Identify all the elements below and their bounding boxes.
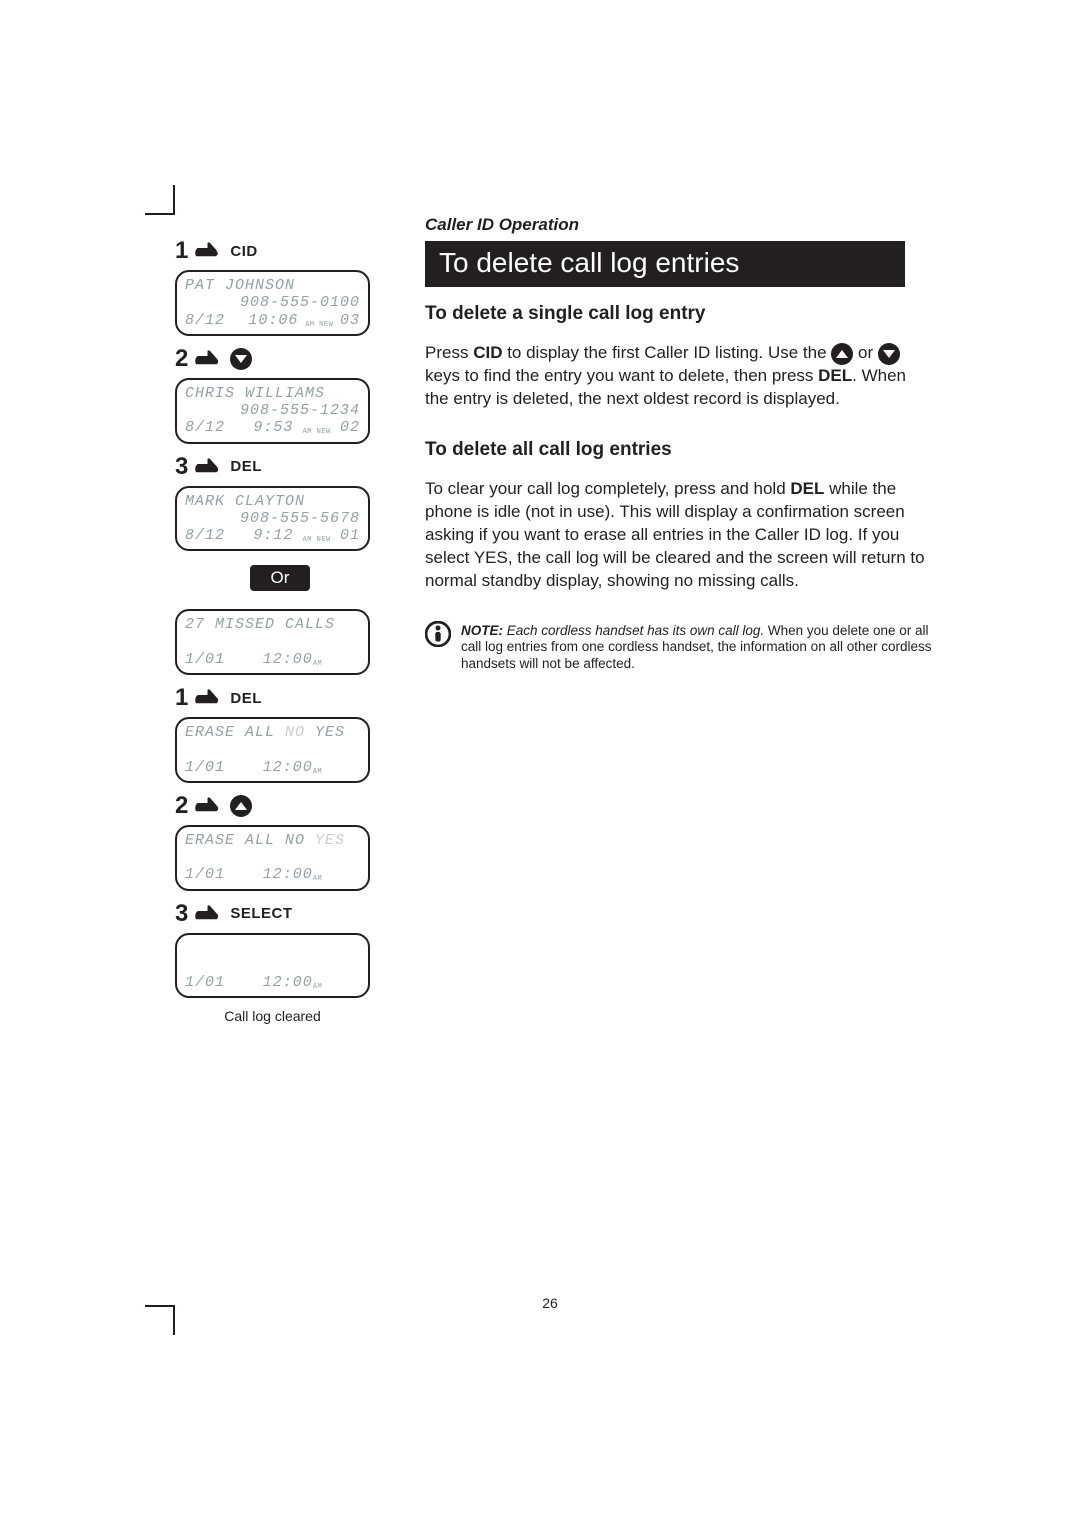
hand-icon — [194, 348, 224, 370]
hand-icon — [194, 687, 224, 709]
lcd-screen: PAT JOHNSON 908-555-0100 8/12 10:06AM NE… — [175, 270, 370, 336]
note-block: NOTE: Each cordless handset has its own … — [425, 623, 945, 674]
lcd-screen: CHRIS WILLIAMS 908-555-1234 8/12 9:53AM … — [175, 378, 370, 444]
paragraph-single: Press CID to display the first Caller ID… — [425, 342, 925, 411]
or-divider: Or — [250, 565, 310, 591]
up-arrow-icon — [230, 795, 252, 817]
caption-cleared: Call log cleared — [175, 1008, 370, 1024]
paragraph-all: To clear your call log completely, press… — [425, 478, 925, 593]
down-arrow-icon — [230, 348, 252, 370]
step-b3: 3 SELECT — [175, 901, 385, 927]
lcd-screen: ERASE ALL NO YES 1/0112:00AM — [175, 717, 370, 783]
hand-icon — [194, 903, 224, 925]
hand-icon — [194, 456, 224, 478]
page-title: To delete call log entries — [425, 241, 905, 287]
erase-prompt: ERASE ALL — [185, 724, 285, 741]
hand-icon — [194, 240, 224, 262]
crop-mark-bottom-left — [145, 1305, 175, 1335]
step-b1: 1 DEL — [175, 685, 385, 711]
step-a2: 2 — [175, 346, 385, 372]
section-header: Caller ID Operation — [425, 215, 945, 235]
hand-icon — [194, 795, 224, 817]
subheading-single: To delete a single call log entry — [425, 303, 945, 325]
lcd-screen: 1/0112:00AM — [175, 933, 370, 999]
info-icon — [425, 621, 451, 647]
subheading-all: To delete all call log entries — [425, 439, 945, 461]
lcd-screen: MARK CLAYTON 908-555-5678 8/12 9:12AM NE… — [175, 486, 370, 552]
down-arrow-icon — [878, 343, 900, 365]
step-a1: 1 CID — [175, 238, 385, 264]
lcd-screen: ERASE ALL NO YES 1/0112:00AM — [175, 825, 370, 891]
step-a3: 3 DEL — [175, 454, 385, 480]
up-arrow-icon — [831, 343, 853, 365]
crop-mark-top-left — [145, 185, 175, 215]
step-b2: 2 — [175, 793, 385, 819]
page-number: 26 — [175, 1295, 925, 1311]
lcd-screen: 27 MISSED CALLS 1/0112:00AM — [175, 609, 370, 675]
